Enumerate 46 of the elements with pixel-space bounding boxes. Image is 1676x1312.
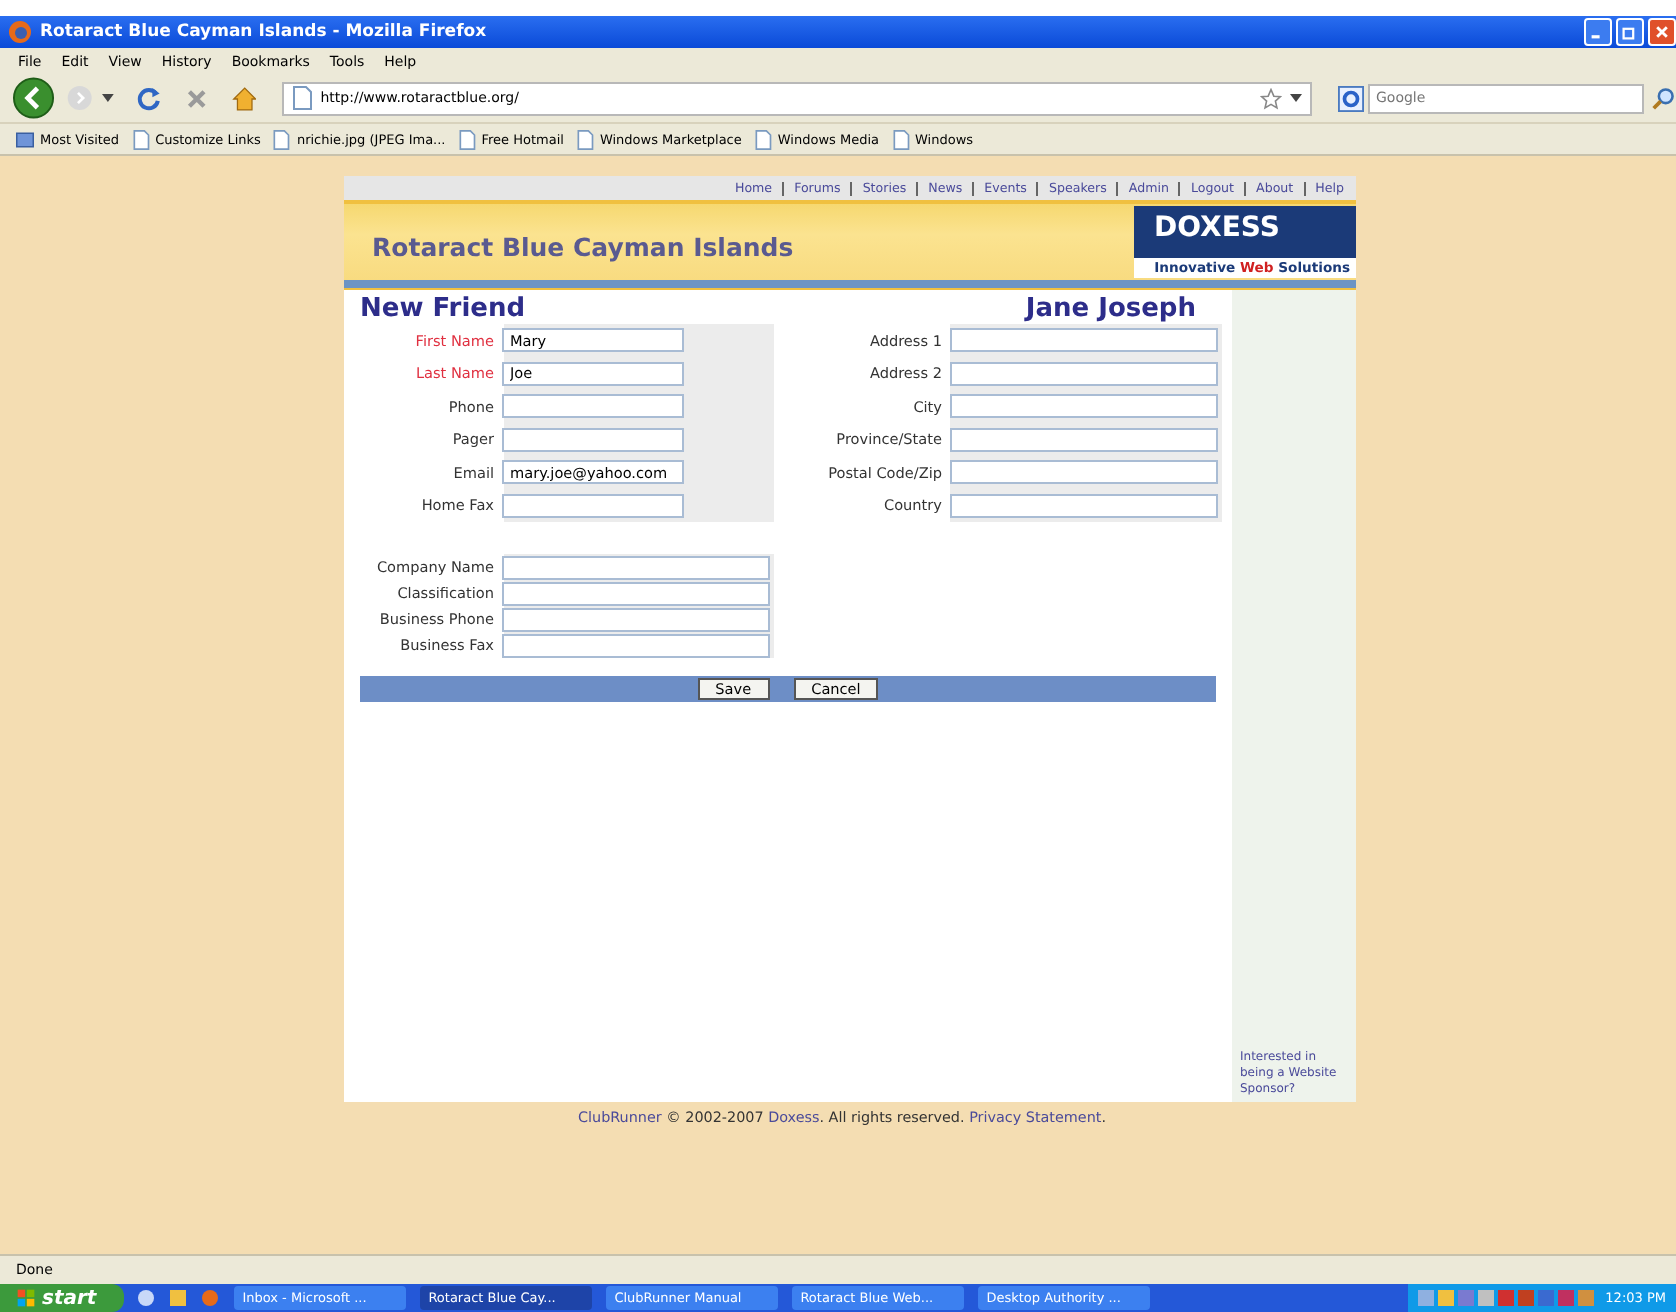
input-field[interactable] (950, 328, 1218, 353)
page-icon (292, 86, 313, 110)
input-field[interactable] (502, 394, 684, 419)
member-name: Jane Joseph (1025, 294, 1196, 324)
page-icon (131, 129, 150, 149)
input-field[interactable] (502, 581, 770, 605)
quick-launch-icon[interactable] (136, 1288, 157, 1308)
form-heading: New Friend (360, 294, 526, 324)
browser-icon (8, 20, 32, 44)
windows-logo-icon (16, 1288, 36, 1308)
input-field[interactable] (950, 460, 1218, 485)
close-button[interactable] (1648, 18, 1676, 46)
input-field[interactable] (502, 493, 684, 518)
page-icon (753, 129, 772, 149)
input-field[interactable] (950, 361, 1218, 386)
dropdown-icon[interactable] (1290, 92, 1302, 104)
page-icon (891, 129, 909, 149)
start-button[interactable]: start (0, 1284, 125, 1312)
input-field[interactable] (950, 427, 1218, 452)
bookmarks-folder-icon (16, 129, 34, 149)
quick-launch-icon[interactable] (168, 1288, 189, 1308)
input-field[interactable] (950, 493, 1218, 518)
page-icon (457, 129, 476, 149)
site-title: Rotaract Blue Cayman Islands (372, 231, 794, 261)
dropdown-icon[interactable] (102, 92, 115, 104)
search-engine-icon[interactable] (1338, 85, 1364, 111)
search-icon[interactable] (1652, 86, 1676, 110)
reload-icon[interactable] (136, 85, 162, 111)
restore-icon (1622, 24, 1638, 40)
quick-launch-icon[interactable] (200, 1288, 221, 1308)
minimize-button[interactable] (1584, 18, 1612, 46)
page-icon (272, 129, 291, 149)
restore-button[interactable] (1616, 18, 1644, 46)
close-icon (1654, 24, 1670, 40)
input-field[interactable] (502, 555, 770, 579)
input-field[interactable] (502, 633, 770, 657)
forward-icon[interactable] (65, 84, 93, 112)
star-icon[interactable] (1260, 87, 1282, 109)
input-field[interactable] (502, 607, 770, 631)
back-icon[interactable] (12, 76, 56, 120)
input-field[interactable] (950, 394, 1218, 419)
input-field[interactable] (502, 427, 684, 452)
stop-icon[interactable] (183, 85, 210, 111)
home-icon[interactable] (231, 85, 257, 111)
window-title: Rotaract Blue Cayman Islands - Mozilla Firefox (40, 22, 489, 42)
page-icon (575, 129, 594, 149)
